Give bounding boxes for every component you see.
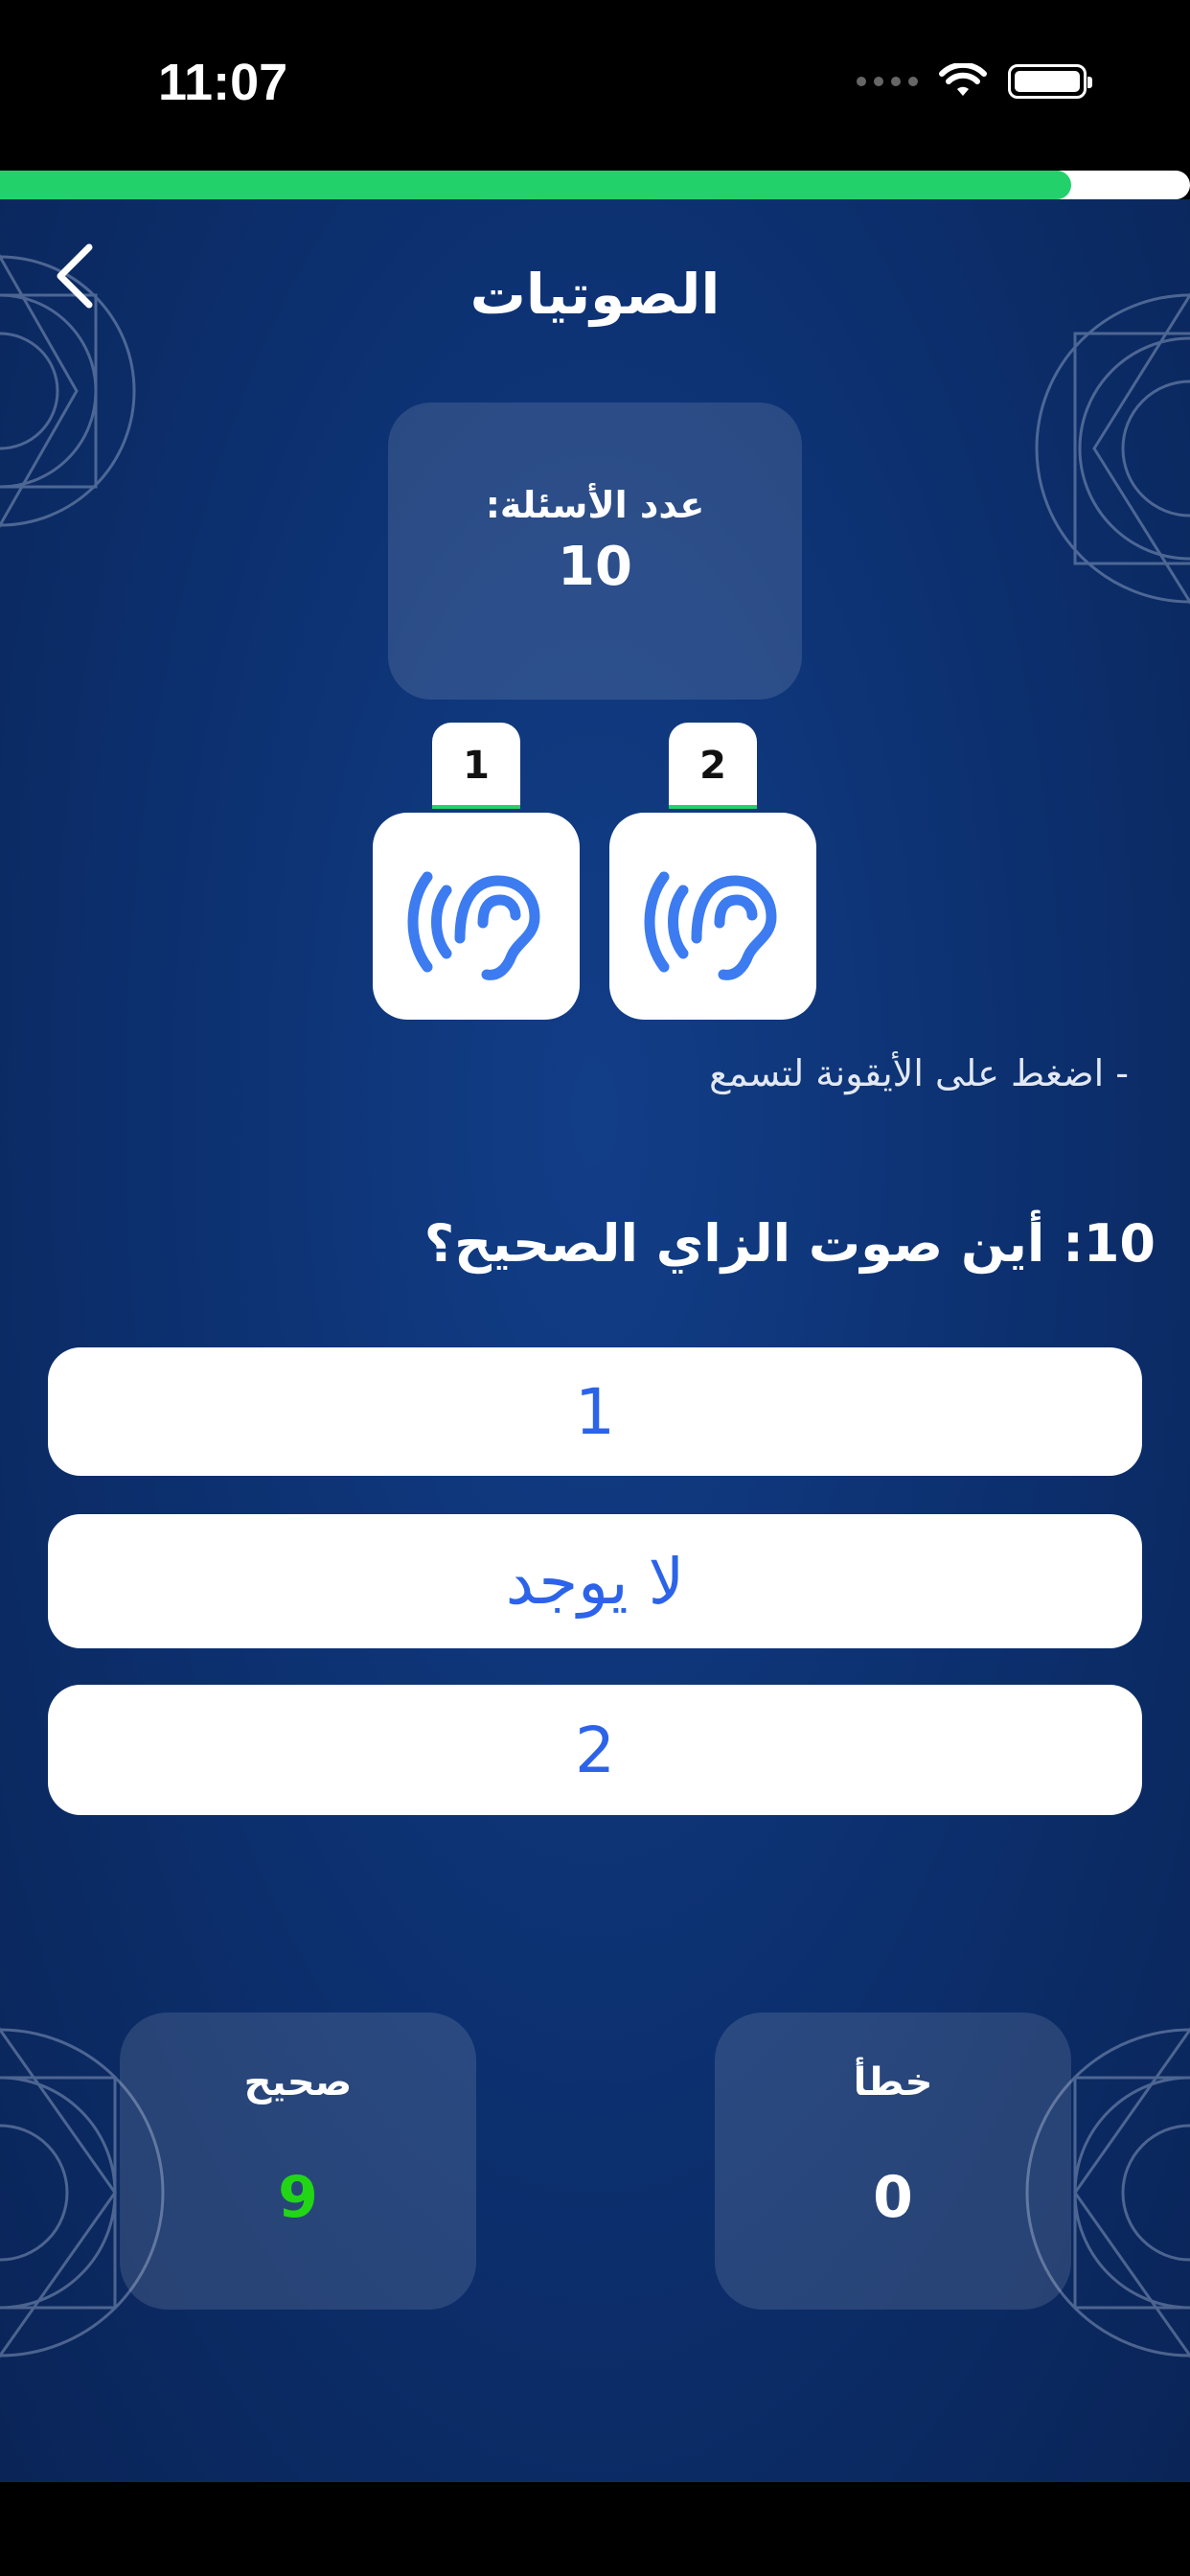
- sound-1-button[interactable]: [373, 813, 580, 1020]
- page-title: الصوتيات: [469, 262, 721, 327]
- status-bar: 11:07: [0, 0, 1190, 168]
- quiz-progress-fill: [0, 171, 1071, 199]
- wrong-count: 0: [873, 2164, 913, 2231]
- question-number: 10:: [1063, 1213, 1156, 1274]
- status-icons: [857, 63, 1092, 100]
- answer-option-2[interactable]: لا يوجد: [48, 1514, 1142, 1648]
- question-count-value: 10: [558, 536, 632, 598]
- answer-option-1[interactable]: 1: [48, 1347, 1142, 1476]
- question-count-card: عدد الأسئلة: 10: [388, 402, 802, 700]
- ear-hearing-icon: [644, 871, 777, 980]
- wrong-label: خطأ: [853, 2060, 933, 2104]
- question-count-label: عدد الأسئلة:: [485, 484, 705, 526]
- home-indicator-area: [0, 2482, 1190, 2576]
- correct-score-card: صحيح 9: [120, 2012, 476, 2310]
- battery-icon: [1008, 64, 1092, 99]
- sound-2-button[interactable]: [609, 813, 816, 1020]
- quiz-screen: الصوتيات عدد الأسئلة: 10 1 2 - اضغط على …: [0, 199, 1190, 2482]
- answer-option-3[interactable]: 2: [48, 1685, 1142, 1815]
- wrong-score-card: خطأ 0: [715, 2012, 1071, 2310]
- quiz-progress-bar: [0, 171, 1190, 199]
- correct-label: صحيح: [243, 2060, 353, 2104]
- question-text: 10: أين صوت الزاي الصحيح؟: [424, 1213, 1156, 1274]
- wifi-icon: [939, 63, 987, 96]
- question-body: أين صوت الزاي الصحيح؟: [423, 1213, 1045, 1274]
- ear-hearing-icon: [407, 871, 540, 980]
- status-time: 11:07: [158, 54, 288, 111]
- signal-dots-icon: [857, 77, 918, 86]
- correct-count: 9: [278, 2164, 318, 2231]
- sound-1-tab: 1: [432, 723, 520, 809]
- sound-2-tab: 2: [669, 723, 757, 809]
- listen-hint: - اضغط على الأيقونة لتسمع: [709, 1052, 1129, 1094]
